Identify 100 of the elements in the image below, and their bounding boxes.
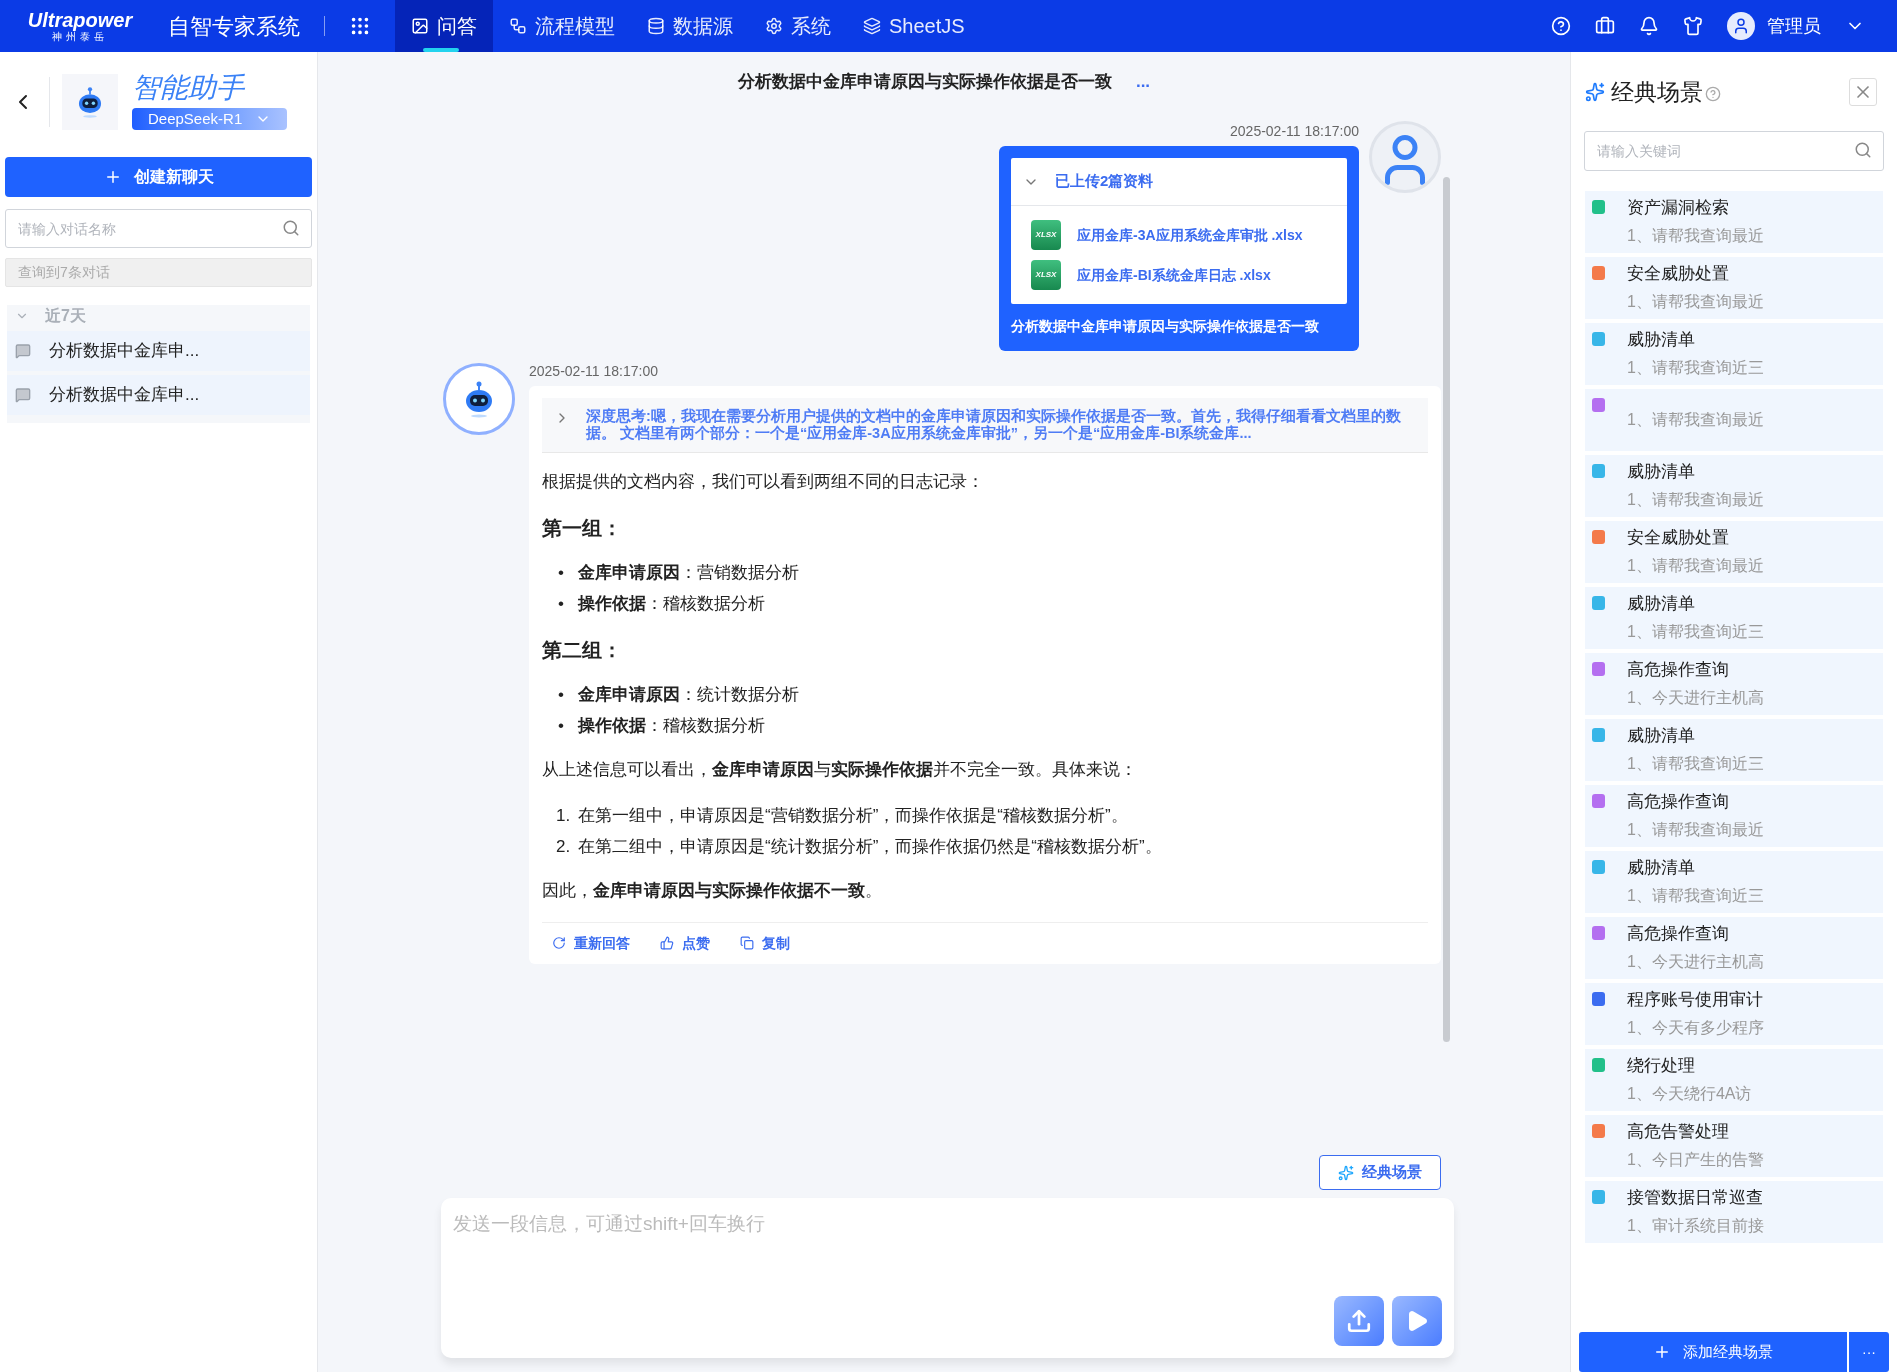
nav-tab[interactable]: 流程模型 [493, 0, 631, 52]
scene-card[interactable]: 高危操作查询 1、请帮我查询最近 [1585, 785, 1883, 847]
scene-card[interactable]: 威胁清单 1、请帮我查询最近 [1585, 455, 1883, 517]
answer-paragraph: 因此，金库申请原因与实际操作依据不一致。 [542, 880, 883, 902]
scene-title: 程序账号使用审计 [1627, 989, 1764, 1011]
scene-title: 高危操作查询 [1627, 659, 1730, 681]
scene-description: 1、请帮我查询最近 [1627, 490, 1764, 510]
conversation-item[interactable]: 分析数据中金库申... [7, 331, 310, 371]
upload-icon [1346, 1308, 1372, 1334]
input-panel[interactable]: 发送一段信息，可通过shift+回车换行 [441, 1198, 1454, 1358]
scene-description: 1、今天进行主机高 [1627, 952, 1764, 972]
scene-title: 安全威胁处置 [1627, 527, 1730, 549]
scenes-button[interactable]: 经典场景 [1319, 1155, 1441, 1190]
sparkle-icon [1338, 1164, 1354, 1181]
search-field[interactable]: 请输入对话名称 [5, 209, 312, 248]
system-title: 自智专家系统 [168, 12, 300, 41]
upload-button[interactable] [1334, 1296, 1384, 1346]
scene-card[interactable]: 安全威胁处置 1、请帮我查询最近 [1585, 521, 1883, 583]
scene-card[interactable]: 威胁清单 1、请帮我查询近三 [1585, 587, 1883, 649]
notification-icon[interactable] [1639, 16, 1659, 36]
logo-subtext: 神州泰岳 [52, 32, 108, 42]
scene-title: 高危操作查询 [1627, 923, 1730, 945]
scene-card[interactable]: 高危告警处理 1、今日产生的告警 [1585, 1115, 1883, 1177]
message-input[interactable]: 发送一段信息，可通过shift+回车换行 [453, 1210, 1442, 1296]
chat-icon [15, 387, 31, 403]
answer-action[interactable]: 点赞 [660, 932, 710, 954]
user-avatar[interactable] [1727, 12, 1755, 40]
file-link[interactable]: 应用金库-3A应用系统金库审批 .xlsx [1077, 224, 1303, 246]
chat-icon [15, 343, 31, 359]
scene-card[interactable]: 绕行处理 1、今天绕行4A访 [1585, 1049, 1883, 1111]
search-icon[interactable] [1854, 141, 1872, 159]
nav-tab[interactable]: SheetJS [847, 0, 981, 52]
nav-tab[interactable]: 问答 [395, 0, 493, 52]
nav-tab[interactable]: 数据源 [631, 0, 749, 52]
thinking-text: 深度思考:嗯，我现在需要分析用户提供的文档中的金库申请原因和实际操作依据是否一致。首先，我得仔细看看文档里的数据。 文档里有两个部分：一个是“应用金库-3A应用系统金库审批”，另一个是“应用金库-BI系统金库... [586, 408, 1402, 442]
answer-heading: 第一组： [542, 515, 623, 541]
answer-list-item: 金库申请原因：营销数据分析 [578, 561, 799, 584]
scene-title: 安全威胁处置 [1627, 263, 1730, 285]
scene-card[interactable]: 高危操作查询 1、今天进行主机高 [1585, 917, 1883, 979]
scene-card[interactable]: 安全威胁处置 1、请帮我查询最近 [1585, 257, 1883, 319]
scene-title: 威胁清单 [1627, 329, 1696, 351]
scene-card[interactable]: 威胁清单 1、请帮我查询近三 [1585, 323, 1883, 385]
answer-action[interactable]: 重新回答 [552, 932, 630, 954]
thinking-panel[interactable]: 深度思考:嗯，我现在需要分析用户提供的文档中的金库申请原因和实际操作依据是否一致。首先，我得仔细看看文档里的数据。 文档里有两个部分：一个是“应用金库-3A应用系统金库审批”，另一个是“应用金库-BI系统金库... [542, 398, 1428, 453]
scene-card[interactable]: 接管数据日常巡查 1、审计系统目前接 [1585, 1181, 1883, 1243]
scene-card[interactable]: 资产漏洞检索 1、请帮我查询最近 [1585, 191, 1883, 253]
scene-description: 1、请帮我查询最近 [1627, 820, 1764, 840]
copy-icon [740, 936, 754, 950]
search-icon[interactable] [282, 219, 300, 237]
thumbs-up-icon [660, 936, 674, 950]
scene-description: 1、请帮我查询近三 [1627, 754, 1764, 774]
file-link[interactable]: 应用金库-BI系统金库日志 .xlsx [1077, 264, 1271, 286]
scene-description: 1、今天进行主机高 [1627, 688, 1764, 708]
scene-description: 1、今日产生的告警 [1627, 1150, 1764, 1170]
attachments-header[interactable]: 已上传2篇资料 [1011, 158, 1347, 206]
scene-title: 资产漏洞检索 [1627, 197, 1730, 219]
answer-paragraph: 根据提供的文档内容，我们可以看到两组不同的日志记录： [542, 471, 985, 493]
bullet-mark: • [558, 683, 565, 706]
scene-card[interactable]: 程序账号使用审计 1、今天有多少程序 [1585, 983, 1883, 1045]
scene-card[interactable]: 高危操作查询 1、今天进行主机高 [1585, 653, 1883, 715]
scene-description: 1、请帮我查询最近 [1627, 226, 1764, 246]
assistant-title: 智能助手 [132, 74, 246, 102]
answer-paragraph: 从上述信息可以看出，金库申请原因与实际操作依据并不完全一致。具体来说： [542, 758, 1138, 781]
bullet-mark: • [558, 714, 565, 737]
sparkle-icon [1585, 82, 1605, 102]
answer-list-item: 金库申请原因：统计数据分析 [578, 683, 799, 706]
scene-description: 1、请帮我查询近三 [1627, 886, 1764, 906]
bullet-mark: • [558, 561, 565, 584]
list-number: 2. [556, 836, 570, 858]
layers-icon [863, 17, 881, 35]
more-button[interactable]: ... [1135, 69, 1151, 95]
scene-card[interactable]: 威胁清单 1、请帮我查询近三 [1585, 719, 1883, 781]
search-field[interactable]: 请输入关键词 [1584, 131, 1884, 171]
shirt-icon[interactable] [1683, 16, 1703, 36]
scene-description: 1、今天绕行4A访 [1627, 1084, 1752, 1104]
scene-title: 绕行处理 [1627, 1055, 1696, 1077]
briefcase-icon[interactable] [1595, 16, 1615, 36]
refresh-icon [552, 936, 566, 950]
add-scene-button[interactable]: 添加经典场景 [1579, 1332, 1847, 1372]
bullet-mark: • [558, 592, 565, 615]
scene-description: 1、审计系统目前接 [1627, 1216, 1764, 1236]
scene-title: 高危告警处理 [1627, 1121, 1730, 1143]
new-chat-button[interactable]: 创建新聊天 [5, 157, 312, 197]
answer-action[interactable]: 复制 [740, 932, 790, 954]
user-message-text: 分析数据中金库申请原因与实际操作依据是否一致 [1011, 317, 1320, 336]
conversation-item[interactable]: 分析数据中金库申... [7, 375, 310, 415]
scene-description: 1、今天有多少程序 [1627, 1018, 1764, 1038]
scene-description: 1、请帮我查询最近 [1627, 410, 1764, 430]
user-name[interactable]: 管理员 [1767, 12, 1821, 40]
close-button[interactable] [1849, 78, 1877, 106]
scrollbar[interactable] [1443, 177, 1450, 1042]
nav-tab[interactable]: 系统 [749, 0, 847, 52]
more-options-button[interactable]: ··· [1849, 1332, 1889, 1372]
apps-grid-icon[interactable] [349, 15, 371, 37]
list-number: 1. [556, 805, 570, 827]
chat-title: 分析数据中金库申请原因与实际操作依据是否一致 [737, 71, 1112, 94]
answer-list-item: 在第二组中，申请原因是“统计数据分析”，而操作依据仍然是“稽核数据分析”。 [578, 836, 1162, 858]
send-button[interactable] [1392, 1296, 1442, 1346]
scene-card[interactable]: 威胁清单 1、请帮我查询近三 [1585, 851, 1883, 913]
plus-icon [1653, 1343, 1671, 1361]
